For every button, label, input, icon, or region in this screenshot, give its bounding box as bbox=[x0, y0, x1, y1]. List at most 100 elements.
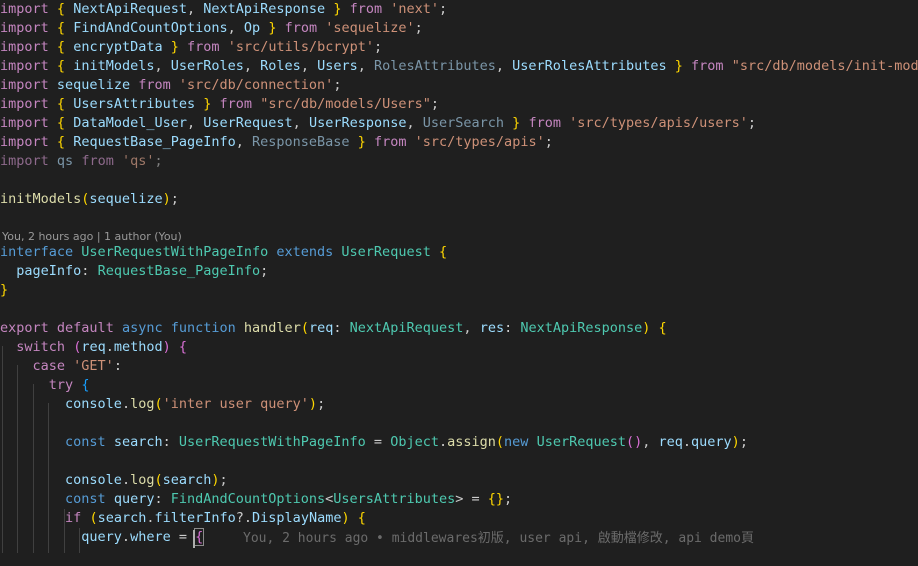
code-token: Roles bbox=[260, 58, 301, 74]
code-token: NextApiRequest bbox=[349, 320, 464, 336]
code-line[interactable]: interface UserRequestWithPageInfo extend… bbox=[0, 243, 447, 262]
code-token: UsersAttributes bbox=[333, 491, 456, 507]
code-token: ( bbox=[154, 472, 163, 488]
code-token: import bbox=[0, 58, 49, 74]
code-line[interactable]: import sequelize from 'src/db/connection… bbox=[0, 76, 341, 95]
code-token: export bbox=[0, 320, 49, 336]
code-line[interactable]: import { RequestBase_PageInfo, ResponseB… bbox=[0, 133, 553, 152]
code-line[interactable]: query.where = { bbox=[0, 528, 205, 547]
code-token: sequelize bbox=[56, 77, 131, 93]
code-token: RolesAttributes bbox=[373, 58, 496, 74]
code-token: 'next' bbox=[390, 1, 440, 17]
code-line[interactable]: import { DataModel_User, UserRequest, Us… bbox=[0, 114, 756, 133]
code-line[interactable] bbox=[0, 547, 98, 566]
code-token: ; bbox=[219, 472, 228, 488]
code-line[interactable]: switch (req.method) { bbox=[0, 338, 187, 357]
code-line[interactable]: case 'GET': bbox=[0, 357, 122, 376]
code-line[interactable]: const search: UserRequestWithPageInfo = … bbox=[0, 433, 748, 452]
code-token: 'src/types/apis' bbox=[414, 134, 545, 150]
code-token: case bbox=[32, 358, 66, 374]
code-token: () bbox=[625, 434, 643, 450]
code-token: ; bbox=[154, 153, 163, 169]
code-token: req bbox=[308, 320, 334, 336]
code-token: filterInfo bbox=[154, 510, 236, 526]
code-line[interactable]: if (search.filterInfo?.DisplayName) { bbox=[0, 509, 366, 528]
code-token: { bbox=[81, 377, 90, 393]
code-line[interactable]: import { encryptData } from 'src/utils/b… bbox=[0, 38, 382, 57]
code-token: ; bbox=[317, 396, 326, 412]
code-token: from bbox=[138, 77, 171, 93]
code-token: { bbox=[56, 96, 66, 112]
code-token: UserRequestWithPageInfo bbox=[81, 244, 269, 260]
code-token: : bbox=[333, 320, 350, 336]
code-line[interactable]: try { bbox=[0, 376, 90, 395]
code-line[interactable]: console.log('inter user query'); bbox=[0, 395, 325, 414]
code-line[interactable]: pageInfo: RequestBase_PageInfo; bbox=[0, 262, 268, 281]
code-token: from bbox=[528, 115, 561, 131]
code-token: new bbox=[504, 434, 529, 450]
code-token: from bbox=[284, 20, 318, 36]
code-line[interactable]: initModels(sequelize); bbox=[0, 190, 179, 209]
code-line[interactable]: import { UsersAttributes } from "src/db/… bbox=[0, 95, 439, 114]
code-editor[interactable]: import { NextApiRequest, NextApiResponse… bbox=[0, 0, 918, 553]
code-token: RequestBase_PageInfo bbox=[73, 134, 236, 150]
code-line[interactable]: const query: FindAndCountOptions<UsersAt… bbox=[0, 490, 512, 509]
code-token: ) bbox=[211, 472, 220, 488]
code-line[interactable]: import { NextApiRequest, NextApiResponse… bbox=[0, 0, 447, 19]
code-token: { bbox=[658, 320, 667, 336]
code-token: 'src/types/apis/users' bbox=[569, 115, 748, 131]
code-token: { bbox=[357, 510, 366, 526]
code-token: . bbox=[121, 472, 131, 488]
code-token: ; bbox=[170, 191, 179, 207]
code-line[interactable]: console.log(search); bbox=[0, 471, 228, 490]
code-line[interactable]: import { FindAndCountOptions, Op } from … bbox=[0, 19, 423, 38]
code-token: . bbox=[438, 434, 448, 450]
code-token: function bbox=[170, 320, 236, 336]
code-line[interactable]: import { initModels, UserRoles, Roles, U… bbox=[0, 57, 918, 76]
code-token: from bbox=[374, 134, 407, 150]
code-token: ( bbox=[89, 510, 98, 526]
code-token: query bbox=[691, 434, 732, 450]
code-token: 'inter user query' bbox=[162, 396, 309, 412]
code-token: ; bbox=[374, 39, 383, 55]
code-token: async bbox=[121, 320, 163, 336]
code-token: 'src/db/connection' bbox=[178, 77, 334, 93]
code-token: , bbox=[227, 20, 244, 36]
code-token: interface bbox=[0, 244, 74, 260]
code-token: log bbox=[130, 472, 155, 488]
code-token: import bbox=[0, 1, 49, 17]
codelens-author-info[interactable]: You, 2 hours ago | 1 author (You) bbox=[2, 229, 182, 244]
code-token: handler bbox=[243, 320, 301, 336]
code-token: "src/db/models/init-models" bbox=[731, 58, 918, 74]
code-token: import bbox=[0, 115, 49, 131]
text-cursor bbox=[193, 530, 195, 548]
code-token: RequestBase_PageInfo bbox=[97, 263, 261, 279]
code-line[interactable]: export default async function handler(re… bbox=[0, 319, 667, 338]
code-token: ) bbox=[162, 339, 171, 355]
code-token: req bbox=[81, 339, 106, 355]
code-line[interactable]: } bbox=[0, 281, 8, 300]
code-token: pageInfo bbox=[16, 263, 82, 279]
code-line[interactable]: import qs from 'qs'; bbox=[0, 152, 163, 171]
code-token: . bbox=[121, 529, 131, 545]
